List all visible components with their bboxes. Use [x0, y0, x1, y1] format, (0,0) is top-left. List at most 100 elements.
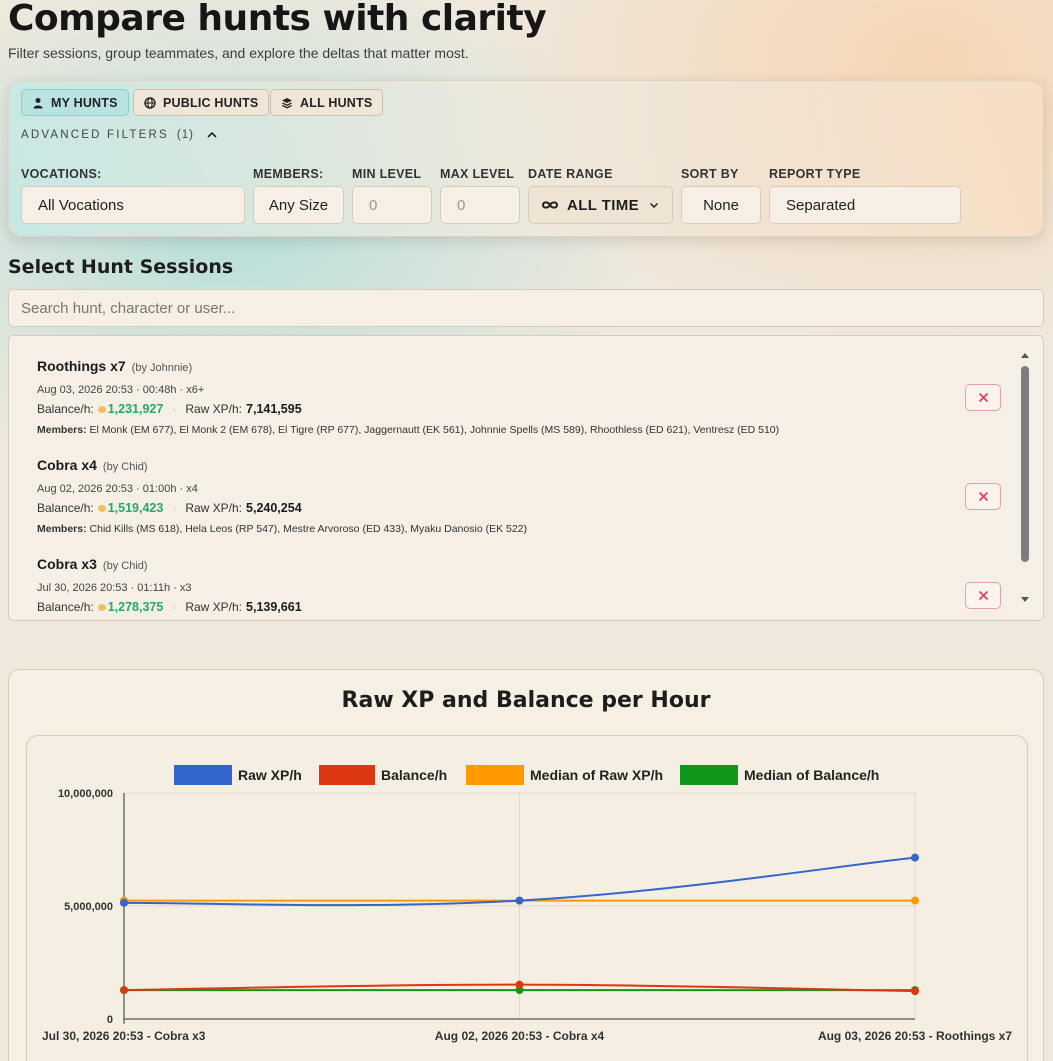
balance-value: 1,231,927 — [107, 402, 164, 416]
legend-label: Median of Balance/h — [744, 767, 879, 783]
report-type-label: REPORT TYPE — [769, 167, 861, 181]
list-item[interactable]: Cobra x4 (by Chid) Aug 02, 2026 20:53 · 0… — [37, 457, 977, 535]
xp-value: 5,139,661 — [246, 600, 302, 614]
report-type-select[interactable]: Separated — [769, 186, 961, 224]
xp-label: Raw XP/h: — [185, 501, 243, 515]
sort-by-value: None — [703, 196, 739, 214]
members-label: Members: — [37, 523, 87, 535]
scrollbar[interactable] — [1019, 348, 1031, 606]
balance-label: Balance/h: — [37, 402, 94, 416]
data-point — [911, 896, 919, 905]
members-label: MEMBERS: — [253, 167, 324, 181]
globe-icon — [144, 96, 156, 109]
user-icon — [33, 97, 43, 108]
session-name: Cobra x3 — [37, 556, 97, 572]
tab-public-hunts[interactable]: PUBLIC HUNTS — [133, 89, 270, 116]
date-range-label: DATE RANGE — [528, 167, 613, 181]
close-icon — [978, 491, 988, 502]
line-chart: Raw XP/h Balance/h Median of Raw XP/h Media… — [42, 765, 1012, 1043]
sort-by-select[interactable]: None — [681, 186, 761, 224]
scroll-down-arrow-icon[interactable] — [1020, 596, 1030, 604]
members-list: El Monk (EM 677), El Monk 2 (EM 678), El… — [89, 424, 780, 436]
balance-label: Balance/h: — [37, 600, 94, 614]
y-tick-label: 10,000,000 — [58, 788, 113, 800]
data-point — [911, 987, 919, 996]
sessions-section-title: Select Hunt Sessions — [8, 256, 234, 278]
x-tick-label: Jul 30, 2026 20:53 - Cobra x3 — [42, 1029, 206, 1043]
legend-label: Median of Raw XP/h — [530, 767, 663, 783]
balance-value: 1,519,423 — [107, 501, 164, 515]
y-tick-label: 5,000,000 — [64, 901, 113, 913]
infinity-icon — [541, 201, 559, 209]
vocations-value: All Vocations — [38, 196, 124, 214]
coin-icon — [97, 603, 106, 611]
session-owner: (by Chid) — [102, 560, 148, 572]
legend-swatch — [174, 765, 232, 785]
legend-label: Balance/h — [381, 767, 447, 783]
coin-icon — [97, 504, 106, 512]
scroll-up-arrow-icon[interactable] — [1020, 351, 1030, 359]
close-icon — [978, 392, 988, 403]
page-subtitle: Filter sessions, group teammates, and ex… — [8, 45, 469, 61]
remove-session-button[interactable] — [965, 384, 1001, 411]
session-owner: (by Chid) — [102, 461, 148, 473]
separator: · — [172, 402, 177, 416]
tab-public-hunts-label: PUBLIC HUNTS — [163, 95, 259, 110]
report-type-value: Separated — [786, 196, 856, 214]
tab-my-hunts-label: MY HUNTS — [51, 95, 118, 110]
data-point — [120, 898, 128, 907]
xp-value: 7,141,595 — [246, 402, 302, 416]
tab-all-hunts[interactable]: ALL HUNTS — [270, 89, 384, 116]
xp-label: Raw XP/h: — [185, 402, 243, 416]
data-point — [515, 896, 524, 905]
list-item[interactable]: Roothings x7 (by Johnnie) Aug 03, 2026 20… — [37, 358, 977, 436]
vocations-label: VOCATIONS: — [21, 167, 102, 181]
data-point — [515, 980, 524, 989]
members-list: Chid Kills (MS 618), Hela Leos (RP 547),… — [89, 523, 528, 535]
chart-title: Raw XP and Balance per Hour — [341, 688, 711, 713]
tab-my-hunts[interactable]: MY HUNTS — [21, 89, 129, 116]
session-name: Roothings x7 — [37, 358, 126, 374]
session-meta: Aug 02, 2026 20:53 · 01:00h · x4 — [37, 483, 198, 495]
chart-card: Raw XP and Balance per Hour Raw XP/h Bala… — [8, 669, 1044, 1061]
max-level-input[interactable]: 0 — [440, 186, 520, 224]
members-label: Members: — [37, 424, 87, 436]
chevron-up-icon — [207, 131, 217, 138]
legend-swatch — [680, 765, 738, 785]
data-point — [911, 853, 919, 862]
advanced-filters-count: (1) — [176, 129, 194, 141]
members-select[interactable]: Any Size — [253, 186, 344, 224]
min-level-placeholder: 0 — [369, 196, 378, 214]
remove-session-button[interactable] — [965, 483, 1001, 510]
vocations-select[interactable]: All Vocations — [21, 186, 245, 224]
session-owner: (by Johnnie) — [131, 362, 193, 374]
balance-label: Balance/h: — [37, 501, 94, 515]
min-level-input[interactable]: 0 — [352, 186, 432, 224]
search-input[interactable] — [8, 289, 1044, 327]
data-point — [120, 986, 128, 995]
separator: · — [172, 501, 177, 515]
close-icon — [978, 590, 988, 601]
y-tick-label: 0 — [107, 1014, 113, 1026]
date-range-value: ALL TIME — [567, 196, 640, 214]
layers-icon — [282, 97, 292, 109]
members-value: Any Size — [268, 196, 329, 214]
session-meta: Jul 30, 2026 20:53 · 01:11h · x3 — [37, 582, 192, 594]
advanced-filters-toggle[interactable]: ADVANCED FILTERS (1) — [21, 129, 218, 141]
x-tick-label: Aug 03, 2026 20:53 - Roothings x7 — [818, 1029, 1012, 1043]
coin-icon — [97, 405, 106, 413]
scrollbar-thumb[interactable] — [1021, 366, 1029, 562]
xp-value: 5,240,254 — [246, 501, 302, 515]
date-range-select[interactable]: ALL TIME — [528, 186, 673, 224]
chart-area: Raw XP/h Balance/h Median of Raw XP/h Media… — [26, 735, 1028, 1061]
legend-swatch — [319, 765, 375, 785]
remove-session-button[interactable] — [965, 582, 1001, 609]
min-level-label: MIN LEVEL — [352, 167, 422, 181]
x-tick-label: Aug 02, 2026 20:53 - Cobra x4 — [435, 1029, 605, 1043]
session-list: Roothings x7 (by Johnnie) Aug 03, 2026 20… — [8, 335, 1044, 621]
xp-label: Raw XP/h: — [185, 600, 243, 614]
separator: · — [172, 600, 177, 614]
list-item[interactable]: Cobra x3 (by Chid) Jul 30, 2026 20:53 · 0… — [37, 556, 977, 614]
page-title: Compare hunts with clarity — [8, 0, 547, 39]
balance-value: 1,278,375 — [107, 600, 164, 614]
